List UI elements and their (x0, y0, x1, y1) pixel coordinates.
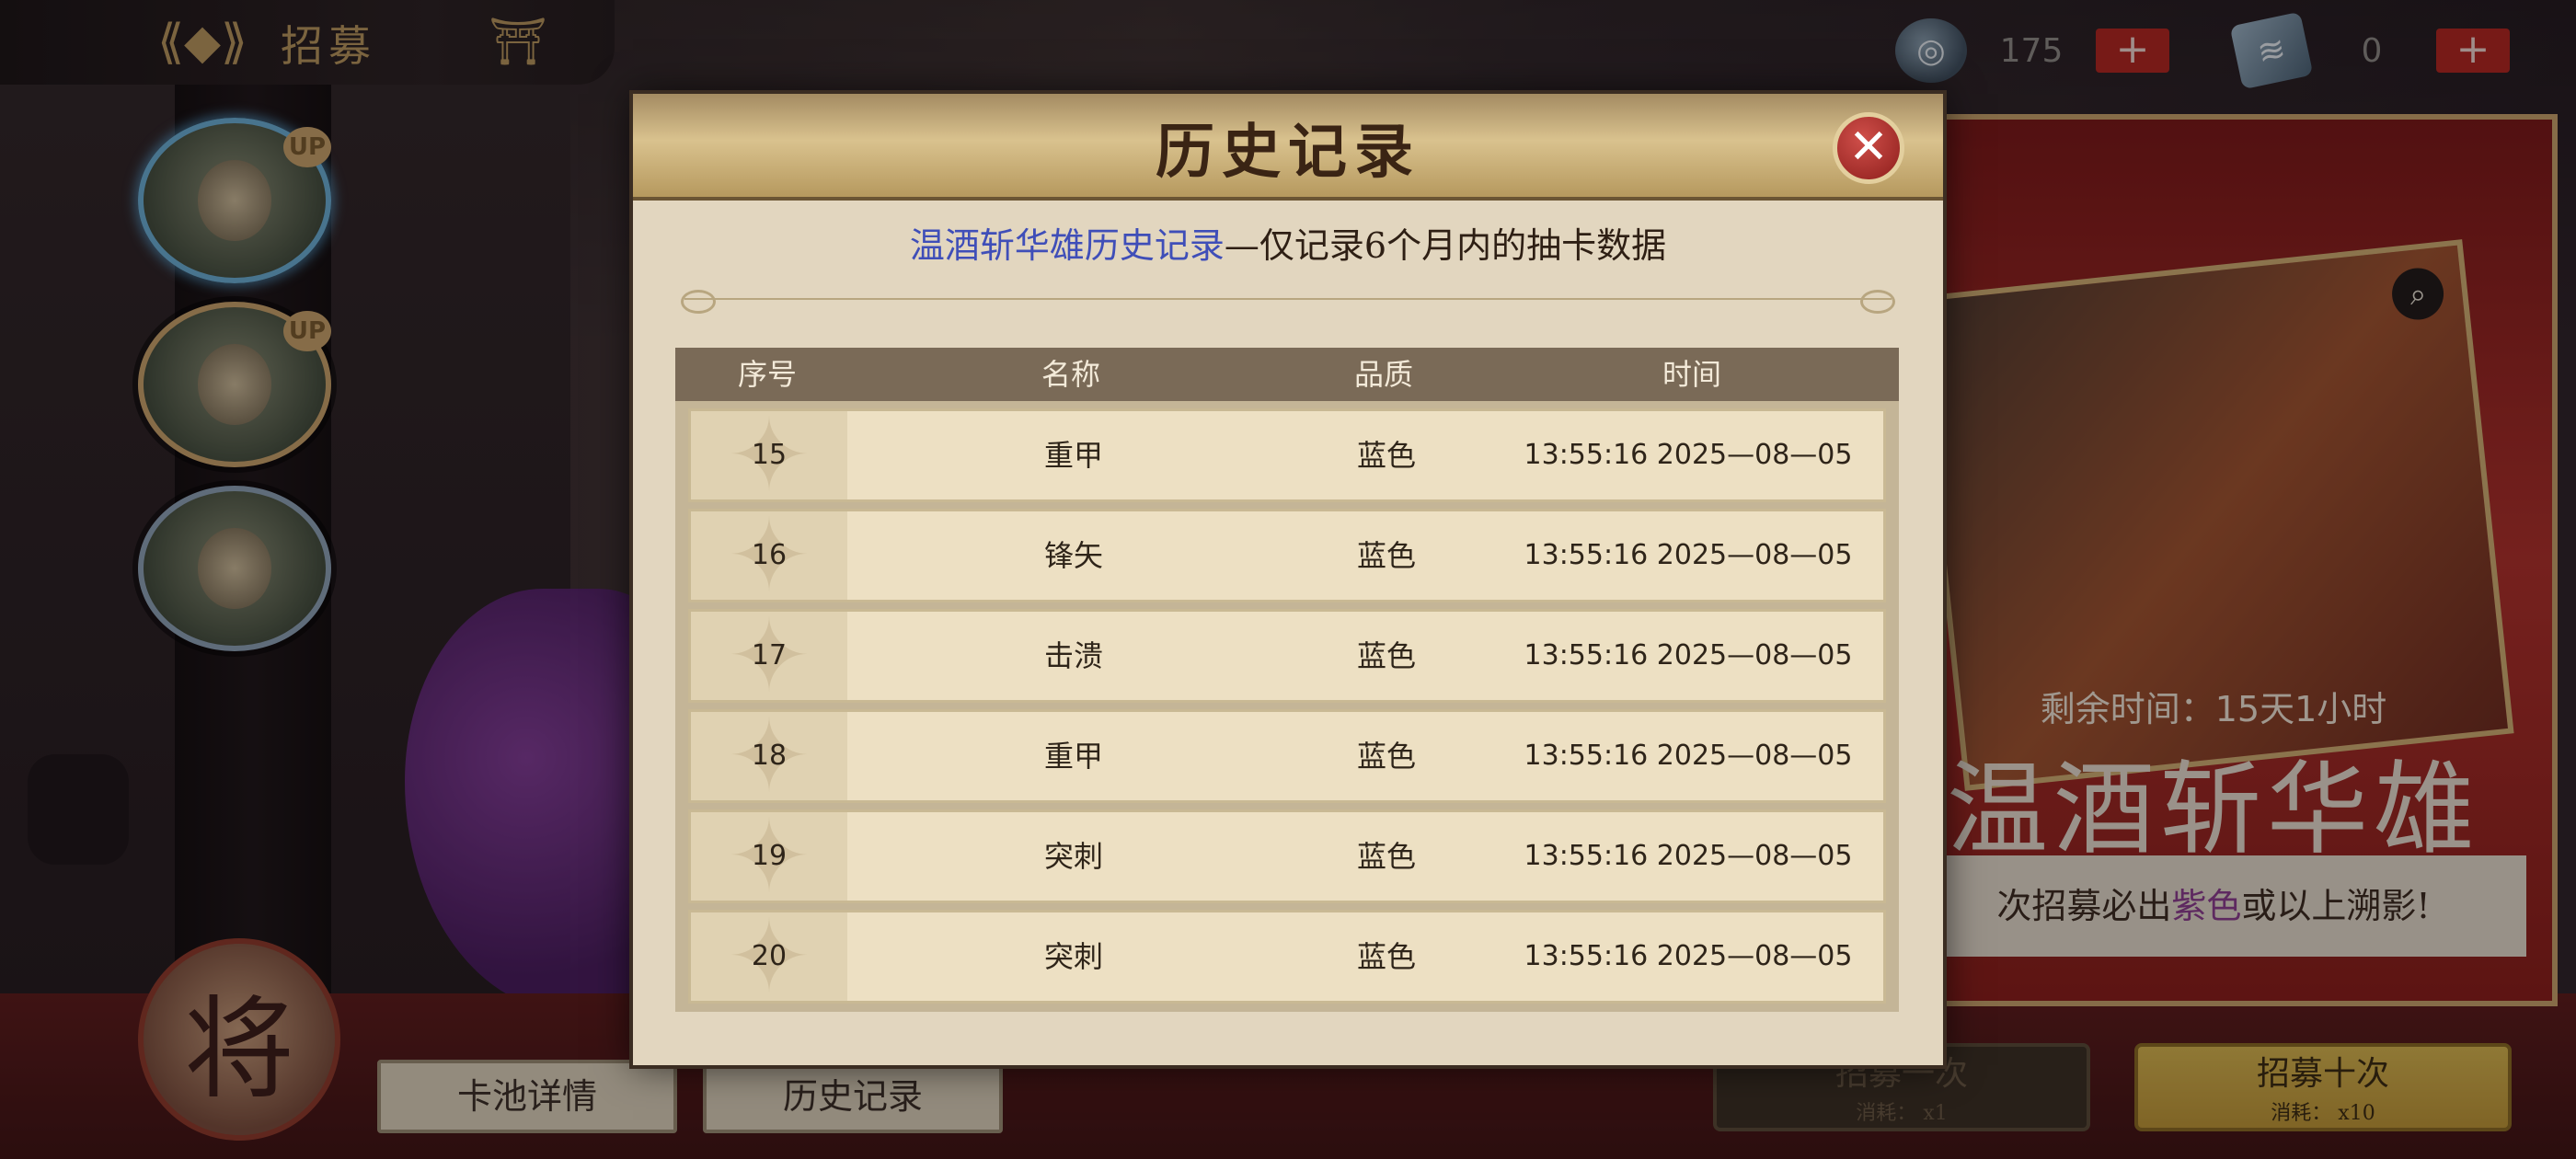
row-quality: 蓝色 (1356, 939, 1416, 974)
table-row: 19 突刺 蓝色 13:55:16 2025—08—05 (688, 809, 1886, 903)
row-name: 突刺 (1043, 839, 1103, 874)
divider (681, 290, 1895, 314)
history-table: 序号 名称 品质 时间 15 重甲 蓝色 13:55:16 2025—08—05… (675, 348, 1899, 1012)
subtitle-pool-name: 温酒斩华雄历史记录 (909, 225, 1225, 266)
modal-title: 历史记录 (1156, 118, 1420, 187)
row-quality: 蓝色 (1356, 638, 1416, 673)
row-index: 17 (691, 612, 847, 700)
table-row: 15 重甲 蓝色 13:55:16 2025—08—05 (688, 408, 1886, 502)
table-row: 20 突刺 蓝色 13:55:16 2025—08—05 (688, 910, 1886, 1004)
row-index: 20 (691, 912, 847, 1001)
row-time: 13:55:16 2025—08—05 (1524, 840, 1853, 872)
close-icon: ✕ (1848, 120, 1889, 175)
row-quality: 蓝色 (1356, 538, 1416, 573)
row-time: 13:55:16 2025—08—05 (1524, 940, 1853, 972)
column-header-index: 序号 (737, 357, 797, 392)
row-name: 锋矢 (1043, 538, 1103, 573)
row-quality: 蓝色 (1356, 438, 1416, 473)
row-time: 13:55:16 2025—08—05 (1524, 539, 1853, 571)
table-row: 18 重甲 蓝色 13:55:16 2025—08—05 (688, 709, 1886, 803)
column-header-time: 时间 (1662, 357, 1721, 392)
row-time: 13:55:16 2025—08—05 (1524, 740, 1853, 772)
row-index: 18 (691, 712, 847, 800)
table-row: 16 锋矢 蓝色 13:55:16 2025—08—05 (688, 509, 1886, 602)
column-header-quality: 品质 (1353, 357, 1413, 392)
column-header-name: 名称 (1041, 357, 1100, 392)
modal-subtitle: 温酒斩华雄历史记录—仅记录6个月内的抽卡数据 (633, 217, 1943, 268)
table-header: 序号 名称 品质 时间 (675, 348, 1899, 401)
history-modal: 历史记录 ✕ 温酒斩华雄历史记录—仅记录6个月内的抽卡数据 序号 名称 品质 时… (633, 94, 1943, 1065)
row-index: 15 (691, 411, 847, 499)
row-name: 突刺 (1043, 939, 1103, 974)
row-time: 13:55:16 2025—08—05 (1524, 439, 1853, 471)
row-quality: 蓝色 (1356, 839, 1416, 874)
subtitle-note: —仅记录6个月内的抽卡数据 (1224, 225, 1667, 266)
row-time: 13:55:16 2025—08—05 (1524, 639, 1853, 671)
row-index: 16 (691, 511, 847, 600)
row-name: 重甲 (1043, 438, 1103, 473)
row-index: 19 (691, 812, 847, 901)
row-name: 击溃 (1043, 638, 1103, 673)
row-name: 重甲 (1043, 739, 1103, 774)
table-row: 17 击溃 蓝色 13:55:16 2025—08—05 (688, 609, 1886, 703)
row-quality: 蓝色 (1356, 739, 1416, 774)
close-button[interactable]: ✕ (1833, 112, 1904, 184)
modal-header: 历史记录 ✕ (633, 94, 1943, 201)
